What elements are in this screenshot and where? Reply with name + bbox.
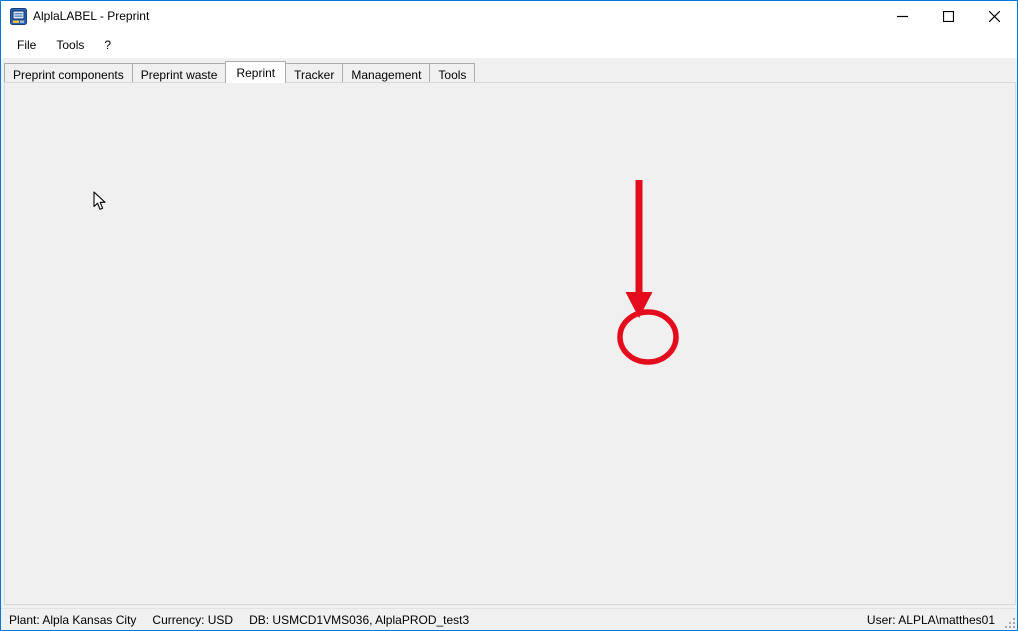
app-window: AlplaLABEL - Preprint File Tools ? Prepr…	[0, 0, 1018, 631]
status-user: User: ALPLA\matthes01	[867, 613, 995, 627]
tab-tools[interactable]: Tools	[429, 63, 475, 83]
maximize-button[interactable]	[925, 1, 971, 31]
menu-bar: File Tools ?	[1, 31, 1017, 58]
tab-management[interactable]: Management	[342, 63, 430, 83]
minimize-button[interactable]	[879, 1, 925, 31]
tab-preprint-waste[interactable]: Preprint waste	[132, 63, 227, 83]
close-button[interactable]	[971, 1, 1017, 31]
tab-preprint-components[interactable]: Preprint components	[4, 63, 133, 83]
status-currency: Currency: USD	[152, 613, 233, 627]
reprint-tab-page	[4, 82, 1016, 605]
menu-help[interactable]: ?	[94, 34, 121, 56]
window-controls	[879, 1, 1017, 31]
title-bar: AlplaLABEL - Preprint	[1, 1, 1017, 31]
tab-reprint[interactable]: Reprint	[225, 61, 286, 83]
menu-file[interactable]: File	[7, 34, 46, 56]
tab-strip: Preprint components Preprint waste Repri…	[4, 61, 1016, 83]
tab-tracker[interactable]: Tracker	[285, 63, 343, 83]
window-title: AlplaLABEL - Preprint	[33, 9, 149, 23]
app-logo-icon	[10, 8, 27, 25]
status-plant: Plant: Alpla Kansas City	[9, 613, 136, 627]
status-bar: Plant: Alpla Kansas City Currency: USD D…	[1, 608, 1017, 630]
menu-tools[interactable]: Tools	[46, 34, 94, 56]
status-db: DB: USMCD1VMS036, AlplaPROD_test3	[249, 613, 469, 627]
resize-grip-icon[interactable]	[1003, 616, 1015, 628]
